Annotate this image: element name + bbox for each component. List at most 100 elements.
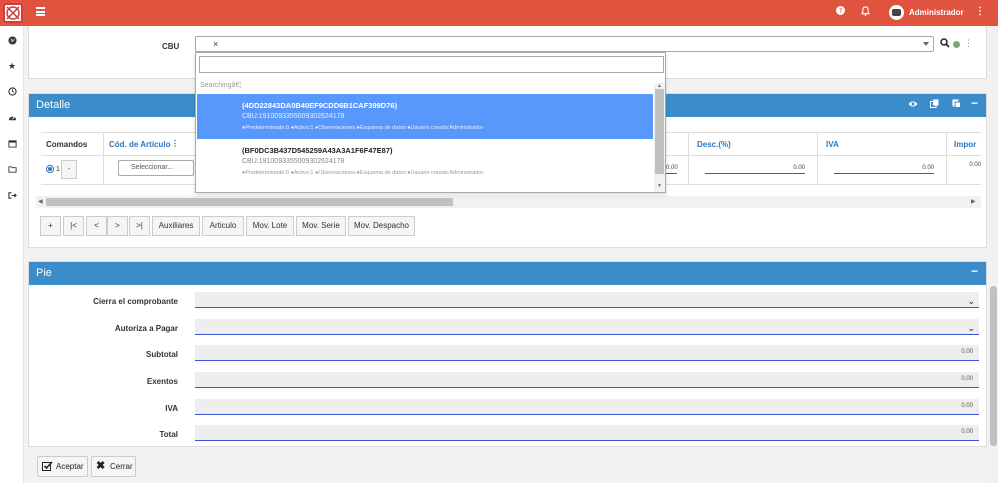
top-bar: ? Administrador ⋮ xyxy=(0,0,998,26)
row-descuento-field[interactable]: 0.00 xyxy=(705,162,805,174)
searching-status: Searchingâ€¦ xyxy=(200,82,242,89)
autoriza-pagar-select[interactable]: ⌄ xyxy=(195,319,979,335)
column-comandos: Comandos xyxy=(46,140,88,149)
column-importe[interactable]: Impor xyxy=(954,140,976,149)
calendar-icon[interactable] xyxy=(7,139,17,149)
accept-button[interactable]: Aceptar xyxy=(37,456,88,477)
sign-out-icon[interactable] xyxy=(7,191,17,201)
next-row-button[interactable]: > xyxy=(107,216,128,236)
question-circle-icon[interactable]: ? xyxy=(836,6,845,19)
page-vertical-scrollbar[interactable] xyxy=(989,26,998,483)
eye-icon[interactable] xyxy=(908,99,918,111)
chevron-down-icon[interactable]: ⌄ xyxy=(967,294,975,308)
add-row-button[interactable]: + xyxy=(40,216,61,236)
total-field[interactable]: 0.00 xyxy=(195,425,979,441)
pie-header: Pie − xyxy=(29,262,986,285)
option-title: (4DD22843DA0B40EF9CDD6B1CAF399D76) xyxy=(242,101,398,110)
star-icon[interactable]: ★ xyxy=(7,61,17,71)
accept-label: Aceptar xyxy=(56,462,84,471)
first-row-button[interactable]: |< xyxy=(63,216,84,236)
row-importe-value: 0.00 xyxy=(969,162,981,168)
svg-text:?: ? xyxy=(839,6,843,15)
cbu-dropdown: Searchingâ€¦ (4DD22843DA0B40EF9CDD6B1CAF… xyxy=(195,52,666,193)
table-horizontal-scrollbar[interactable]: ◀ ▶ xyxy=(36,196,981,208)
col-divider xyxy=(946,132,947,184)
column-iva[interactable]: IVA xyxy=(826,140,839,149)
prev-row-button[interactable]: < xyxy=(86,216,107,236)
check-icon xyxy=(42,457,53,479)
row-command-button[interactable]: - xyxy=(61,160,77,179)
status-dot-icon xyxy=(953,41,960,48)
paste-icon[interactable] xyxy=(952,99,961,111)
chevron-down-icon[interactable]: ⌄ xyxy=(967,321,975,335)
column-articulo[interactable]: Cód. de Artículo xyxy=(109,140,170,149)
articulo-button[interactable]: Articulo xyxy=(202,216,244,236)
sidebar: ★ xyxy=(0,26,24,483)
option-cbu: CBU:1910093355009302624178 xyxy=(242,113,345,120)
scroll-right-icon[interactable]: ▶ xyxy=(971,198,976,205)
field-label: Cierra el comprobante xyxy=(93,297,178,306)
dropdown-option[interactable]: (BF0DC3B437D545259A43A3A1F6F47E87) CBU:1… xyxy=(197,139,653,184)
close-label: Cerrar xyxy=(110,462,133,471)
kebab-icon[interactable]: ⋮ xyxy=(975,6,985,17)
close-icon: ✖ xyxy=(96,460,106,472)
exentos-field[interactable]: 0.00 xyxy=(195,372,979,388)
scroll-left-icon[interactable]: ◀ xyxy=(38,198,43,205)
row-iva-field[interactable]: 0.00 xyxy=(834,162,934,174)
scrollbar-thumb[interactable] xyxy=(655,89,664,174)
scrollbar-thumb[interactable] xyxy=(990,286,997,446)
option-title: (BF0DC3B437D545259A43A3A1F6F47E87) xyxy=(242,146,393,155)
bell-icon[interactable] xyxy=(860,6,871,20)
user-name[interactable]: Administrador xyxy=(909,8,964,17)
avatar[interactable] xyxy=(889,5,904,20)
iva-field[interactable]: 0.00 xyxy=(195,399,979,415)
field-label: Autoriza a Pagar xyxy=(114,324,178,333)
mov-despacho-button[interactable]: Mov. Despacho xyxy=(348,216,415,236)
options-kebab-icon[interactable]: ⋮ xyxy=(964,38,973,49)
column-options-icon[interactable]: ⋮ xyxy=(171,139,179,148)
clock-icon[interactable] xyxy=(7,87,17,97)
app-logo[interactable] xyxy=(3,3,23,23)
articulo-select[interactable]: Seleccionar... xyxy=(118,160,194,176)
cbu-label: CBU xyxy=(162,42,180,51)
row-value-field[interactable]: 0.00 xyxy=(666,162,678,174)
subtotal-field[interactable]: 0.00 xyxy=(195,345,979,361)
pie-title: Pie xyxy=(36,267,52,279)
detalle-title: Detalle xyxy=(36,99,71,111)
search-icon[interactable] xyxy=(940,38,950,51)
scroll-down-icon[interactable]: ▼ xyxy=(657,183,662,189)
col-divider xyxy=(688,132,689,184)
cbu-select[interactable]: × xyxy=(195,36,934,52)
field-label: Subtotal xyxy=(146,350,178,359)
dropdown-scrollbar[interactable]: ▲ ▼ xyxy=(654,83,665,192)
dropdown-search-input[interactable] xyxy=(199,56,664,73)
last-row-button[interactable]: >| xyxy=(129,216,150,236)
row-number: 1 xyxy=(56,166,60,173)
scrollbar-thumb[interactable] xyxy=(46,198,453,206)
collapse-icon[interactable]: − xyxy=(971,265,978,277)
col-divider xyxy=(103,132,104,184)
field-label: Exentos xyxy=(146,377,178,386)
clear-icon[interactable]: × xyxy=(213,39,218,49)
option-meta: ●Predeterminado:0 ●Activo:1 ●Observacion… xyxy=(242,125,484,131)
col-divider xyxy=(817,132,818,184)
folder-icon[interactable] xyxy=(7,165,17,175)
close-button[interactable]: ✖ Cerrar xyxy=(91,456,136,477)
collapse-icon[interactable]: − xyxy=(971,97,978,109)
tachometer-icon[interactable] xyxy=(7,113,17,123)
column-descuento[interactable]: Desc.(%) xyxy=(697,140,731,149)
field-label: IVA xyxy=(165,404,178,413)
mov-serie-button[interactable]: Mov. Serie xyxy=(296,216,346,236)
auxiliares-button[interactable]: Auxiliares xyxy=(152,216,200,236)
field-label: Total xyxy=(159,430,178,439)
hamburger-menu-icon[interactable] xyxy=(36,7,45,16)
globe-icon[interactable] xyxy=(7,36,17,46)
mov-lote-button[interactable]: Mov. Lote xyxy=(246,216,294,236)
row-select-radio[interactable] xyxy=(46,165,54,173)
dropdown-option[interactable]: (4DD22843DA0B40EF9CDD6B1CAF399D76) CBU:1… xyxy=(197,94,653,139)
chevron-down-icon[interactable] xyxy=(923,42,929,46)
copy-icon[interactable] xyxy=(930,99,939,111)
option-meta: ●Predeterminado:0 ●Activo:1 ●Observacion… xyxy=(242,170,484,176)
cierra-comprobante-select[interactable]: ⌄ xyxy=(195,292,979,308)
option-cbu: CBU:1910093355009302624178 xyxy=(242,158,345,165)
